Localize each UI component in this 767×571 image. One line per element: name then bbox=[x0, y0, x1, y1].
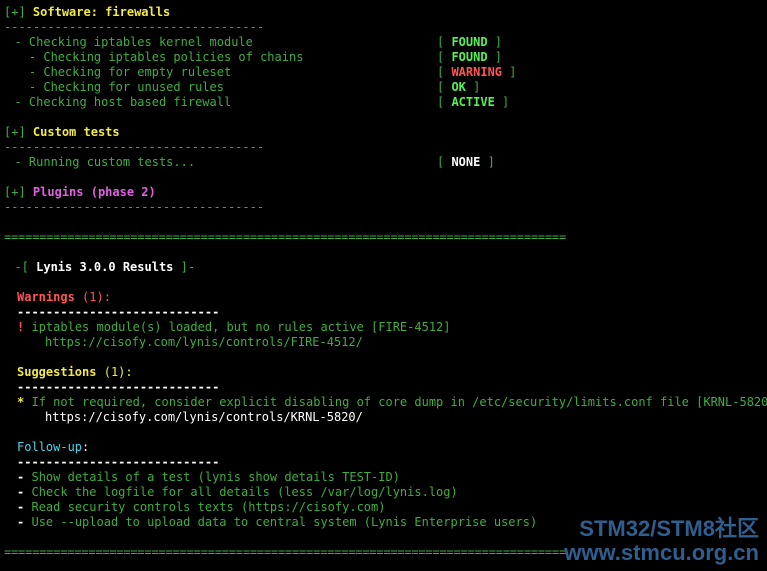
followup-rule: ---------------------------- bbox=[17, 455, 220, 469]
running-custom-tests: - Running custom tests... bbox=[0, 155, 196, 169]
check-host-firewall: - Checking host based firewall bbox=[0, 95, 232, 109]
results-title: Lynis 3.0.0 Results bbox=[36, 260, 174, 274]
followup-item: - Show details of a test (lynis show det… bbox=[17, 470, 400, 484]
status-active: [ ACTIVE ] bbox=[437, 95, 510, 109]
status-none: [ NONE ] bbox=[437, 155, 495, 169]
section-rule: ------------------------------------ bbox=[4, 20, 265, 34]
watermark: STM32/STM8社区 www.stmcu.org.cn bbox=[564, 517, 759, 565]
watermark-line2: www.stmcu.org.cn bbox=[564, 540, 759, 565]
check-unused-rules: - Checking for unused rules bbox=[0, 80, 224, 94]
suggestion-bullet-icon: * bbox=[17, 395, 25, 409]
status-ok: [ OK ] bbox=[437, 80, 481, 94]
section-header-plugins: [+] Plugins (phase 2) bbox=[4, 185, 156, 200]
followup-bullet-icon: - bbox=[17, 485, 25, 499]
warning-bullet-icon: ! bbox=[17, 320, 25, 334]
status-found-1: [ FOUND ] bbox=[437, 35, 503, 49]
suggestion-link[interactable]: https://cisofy.com/lynis/controls/KRNL-5… bbox=[45, 410, 363, 425]
warning-link[interactable]: https://cisofy.com/lynis/controls/FIRE-4… bbox=[45, 335, 363, 350]
watermark-line1: STM32/STM8社区 bbox=[579, 516, 759, 541]
followup-item: - Check the logfile for all details (les… bbox=[17, 485, 458, 499]
warnings-rule: ---------------------------- bbox=[17, 305, 220, 319]
check-empty-ruleset: - Checking for empty ruleset bbox=[0, 65, 232, 79]
section-prefix: [+] bbox=[4, 5, 26, 19]
followup-item: - Read security controls texts (https://… bbox=[17, 500, 386, 514]
status-found-2: [ FOUND ] bbox=[437, 50, 503, 64]
section-header-custom: [+] Custom tests bbox=[4, 125, 120, 140]
separator-bottom: ========================================… bbox=[4, 545, 566, 559]
suggestions-rule: ---------------------------- bbox=[17, 380, 220, 394]
status-warning: [ WARNING ] bbox=[437, 65, 517, 79]
results-header: -[ Lynis 3.0.0 Results ]- bbox=[0, 260, 196, 274]
warnings-header: Warnings (1): bbox=[17, 290, 111, 304]
followup-item: - Use --upload to upload data to central… bbox=[17, 515, 538, 529]
section-prefix: [+] bbox=[4, 185, 26, 199]
warning-item: ! iptables module(s) loaded, but no rule… bbox=[17, 320, 451, 334]
section-rule: ------------------------------------ bbox=[4, 140, 265, 154]
check-iptables-policies: - Checking iptables policies of chains bbox=[0, 50, 304, 64]
section-title: Plugins (phase 2) bbox=[32, 185, 156, 199]
check-iptables-module: - Checking iptables kernel module bbox=[0, 35, 253, 49]
section-title: Custom tests bbox=[32, 125, 120, 139]
separator-top: ========================================… bbox=[4, 230, 566, 244]
followup-bullet-icon: - bbox=[17, 515, 25, 529]
suggestion-item: * If not required, consider explicit dis… bbox=[17, 395, 767, 409]
section-rule: ------------------------------------ bbox=[4, 200, 265, 214]
followup-header: Follow-up: bbox=[17, 440, 90, 454]
section-prefix: [+] bbox=[4, 125, 26, 139]
followup-bullet-icon: - bbox=[17, 500, 25, 514]
followup-bullet-icon: - bbox=[17, 470, 25, 484]
suggestions-header: Suggestions (1): bbox=[17, 365, 133, 379]
section-title: Software: firewalls bbox=[32, 5, 171, 19]
section-header-firewalls: [+] Software: firewalls bbox=[4, 5, 170, 20]
